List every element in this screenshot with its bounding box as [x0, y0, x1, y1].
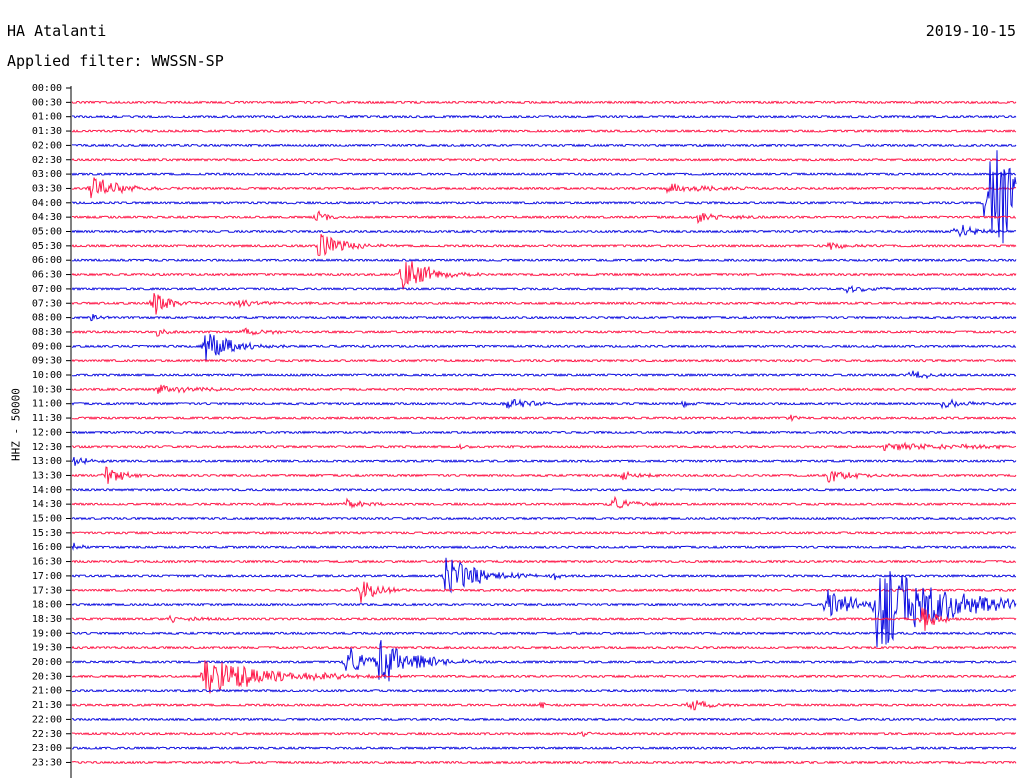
time-tick-label: 08:00 [32, 313, 62, 324]
trace-row-18 [72, 334, 1017, 361]
trace-row-34 [71, 557, 1017, 594]
time-tick-group: 00:00 00:30 01:00 01:30 02:00 02:30 03:00 03:30… [32, 83, 71, 768]
trace-row-42 [71, 688, 1017, 693]
time-tick-label: 09:30 [32, 356, 62, 367]
trace-row-32 [71, 542, 1017, 551]
trace-row-21 [71, 384, 1017, 394]
time-tick-label: 01:00 [32, 112, 62, 123]
time-tick-label: 15:30 [32, 528, 62, 539]
trace-row-9 [72, 210, 1016, 225]
trace-row-43 [71, 700, 1017, 711]
trace-row-17 [71, 327, 1017, 337]
trace-row-38 [71, 631, 1017, 636]
trace-row-46 [71, 746, 1017, 751]
time-tick-label: 06:30 [32, 270, 62, 281]
time-tick-label: 21:00 [32, 686, 62, 697]
time-tick-label: 01:30 [32, 126, 62, 137]
time-tick-label: 13:00 [32, 456, 62, 467]
time-tick-label: 20:30 [32, 671, 62, 682]
trace-row-47 [71, 760, 1017, 765]
time-tick-label: 08:30 [32, 327, 62, 338]
trace-row-23 [71, 414, 1017, 423]
time-tick-label: 19:00 [32, 628, 62, 639]
trace-row-4 [71, 143, 1017, 148]
trace-row-12 [71, 258, 1017, 263]
time-tick-label: 11:30 [32, 413, 62, 424]
time-tick-label: 23:30 [32, 757, 62, 768]
time-tick-label: 16:00 [32, 542, 62, 553]
time-tick-label: 11:00 [32, 399, 62, 410]
time-tick-label: 00:00 [32, 83, 62, 94]
trace-row-19 [71, 358, 1017, 363]
time-tick-label: 10:30 [32, 384, 62, 395]
trace-row-24 [71, 430, 1016, 435]
trace-row-1 [71, 100, 1017, 105]
time-tick-label: 00:30 [32, 97, 62, 108]
time-tick-label: 17:30 [32, 585, 62, 596]
trace-row-8 [71, 150, 1017, 244]
time-tick-label: 17:00 [32, 571, 62, 582]
trace-row-31 [71, 530, 1017, 535]
time-tick-label: 02:30 [32, 155, 62, 166]
helicorder-plot: 00:00 00:30 01:00 01:30 02:00 02:30 03:00 03:30… [32, 83, 1017, 778]
trace-row-10 [71, 224, 1017, 238]
trace-row-41 [71, 660, 1017, 694]
trace-row-7 [71, 177, 1017, 199]
time-tick-label: 10:00 [32, 370, 62, 381]
trace-row-27 [71, 466, 1017, 484]
time-tick-label: 23:00 [32, 743, 62, 754]
trace-row-15 [71, 293, 1017, 315]
time-tick-label: 16:30 [32, 557, 62, 568]
trace-row-22 [71, 398, 1017, 410]
time-tick-label: 09:00 [32, 341, 62, 352]
trace-group [71, 100, 1017, 765]
trace-row-36 [71, 571, 1017, 648]
trace-row-44 [71, 717, 1017, 722]
trace-row-37 [72, 607, 1017, 631]
time-tick-label: 14:00 [32, 485, 62, 496]
trace-row-35 [71, 581, 1017, 603]
time-tick-label: 18:30 [32, 614, 62, 625]
trace-row-6 [71, 172, 1017, 177]
trace-row-11 [71, 234, 1017, 257]
time-tick-label: 02:00 [32, 140, 62, 151]
time-tick-label: 18:00 [32, 600, 62, 611]
trace-row-3 [71, 129, 1017, 134]
time-tick-label: 20:00 [32, 657, 62, 668]
time-tick-label: 05:00 [32, 227, 62, 238]
trace-row-16 [71, 313, 1017, 322]
time-tick-label: 05:30 [32, 241, 62, 252]
time-tick-label: 22:30 [32, 729, 62, 740]
trace-row-45 [71, 731, 1017, 737]
trace-row-2 [71, 114, 1017, 119]
time-tick-label: 04:00 [32, 198, 62, 209]
time-tick-label: 15:00 [32, 514, 62, 525]
time-tick-label: 14:30 [32, 499, 62, 510]
trace-row-20 [72, 370, 1017, 380]
trace-row-33 [71, 559, 1017, 564]
time-tick-label: 13:30 [32, 470, 62, 481]
trace-row-30 [71, 516, 1017, 521]
time-tick-label: 03:00 [32, 169, 62, 180]
time-tick-label: 06:00 [32, 255, 62, 266]
time-tick-label: 07:30 [32, 298, 62, 309]
time-tick-label: 12:30 [32, 442, 62, 453]
time-tick-label: 04:30 [32, 212, 62, 223]
trace-row-39 [71, 645, 1017, 650]
time-tick-label: 03:30 [32, 183, 62, 194]
trace-row-29 [71, 495, 1017, 509]
trace-row-5 [71, 157, 1017, 162]
trace-row-26 [71, 456, 1017, 466]
trace-row-14 [71, 285, 1017, 294]
time-tick-label: 19:30 [32, 643, 62, 654]
time-tick-label: 07:00 [32, 284, 62, 295]
trace-row-13 [71, 261, 1017, 290]
trace-row-25 [71, 441, 1017, 452]
time-tick-label: 21:30 [32, 700, 62, 711]
time-tick-label: 12:00 [32, 427, 62, 438]
time-tick-label: 22:00 [32, 714, 62, 725]
trace-row-28 [71, 487, 1017, 492]
